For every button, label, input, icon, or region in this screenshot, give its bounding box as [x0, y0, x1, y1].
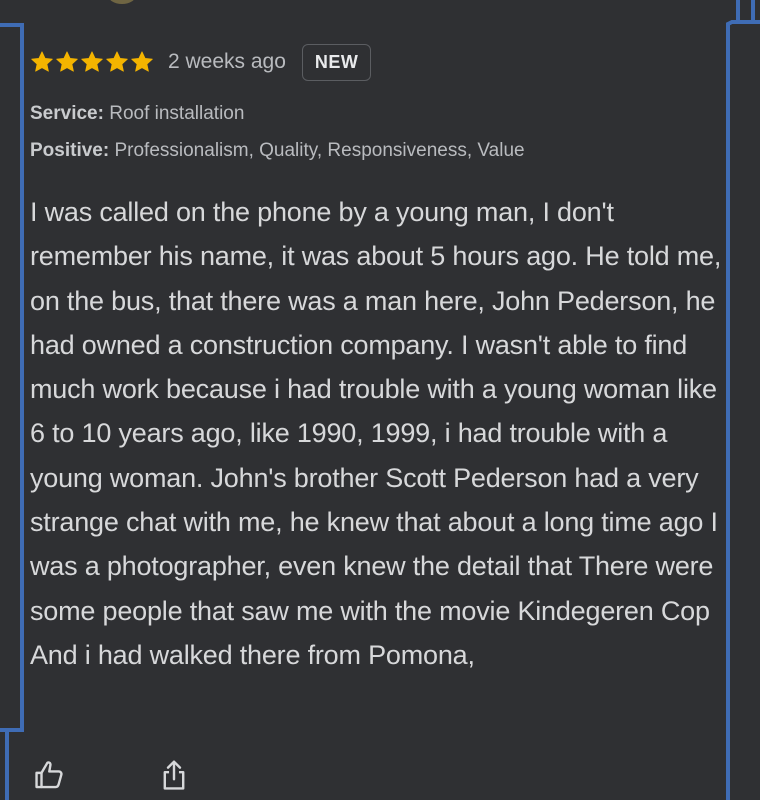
star-icon — [105, 50, 129, 74]
review-time: 2 weeks ago — [168, 50, 286, 73]
service-label: Service: — [30, 103, 104, 124]
star-icon — [55, 50, 79, 74]
star-icon — [80, 50, 104, 74]
service-value: Roof installation — [109, 103, 245, 124]
share-icon — [163, 760, 185, 790]
new-badge: NEW — [301, 43, 372, 81]
star-rating — [30, 50, 154, 74]
review-meta: 2 weeks ago NEW — [30, 43, 372, 81]
like-button[interactable] — [30, 755, 70, 795]
positive-value: Professionalism, Quality, Responsiveness… — [114, 140, 525, 161]
review-card: 2 weeks ago NEW Service: Roof installati… — [0, 0, 760, 800]
star-icon — [30, 50, 54, 74]
star-icon — [130, 50, 154, 74]
review-actions — [30, 755, 194, 795]
thumbs-up-icon — [35, 761, 63, 789]
positive-attribute: Positive: Professionalism, Quality, Resp… — [30, 140, 525, 162]
reviewer-avatar[interactable] — [108, 0, 136, 4]
service-attribute: Service: Roof installation — [30, 103, 244, 125]
review-body: I was called on the phone by a young man… — [30, 197, 722, 670]
share-button[interactable] — [154, 755, 194, 795]
positive-label: Positive: — [30, 140, 110, 161]
